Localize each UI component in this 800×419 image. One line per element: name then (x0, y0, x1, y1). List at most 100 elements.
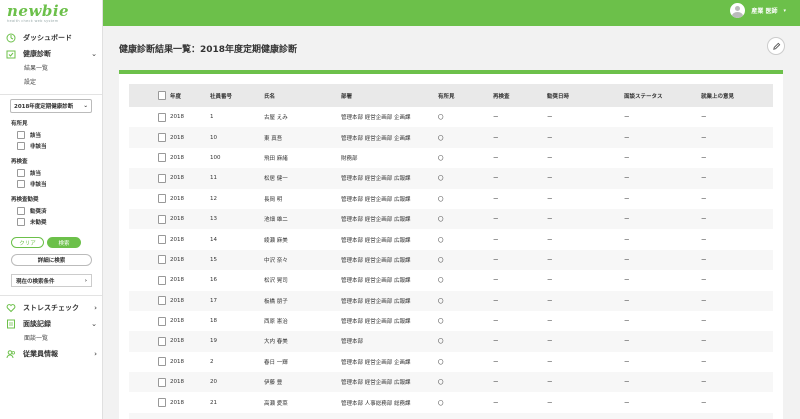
cell-year: 2018 (170, 154, 184, 161)
exam-select[interactable]: 2018年度定期健康診断 ⌄ (10, 99, 92, 113)
filter-findings-yes[interactable]: 該当 (0, 129, 102, 140)
cell-department: 管理本部 経営企画部 広報課 (341, 257, 411, 264)
cell-interview-status: ー (624, 217, 630, 224)
row-checkbox[interactable] (158, 112, 166, 122)
cell-reexam: ー (493, 339, 499, 346)
table-row[interactable]: 201822五味 拓也管理本部 人事総務部 総務課〇ーーーー (129, 412, 773, 419)
header-year[interactable]: 年度 (170, 92, 210, 100)
table-row[interactable]: 2018 18 西原 憲治 管理本部 経営企画部 広報課 〇 ー ー ー ー (129, 311, 773, 331)
filter-reexam-yes[interactable]: 該当 (0, 167, 102, 178)
row-checkbox[interactable] (158, 357, 166, 367)
cell-name: 松居 健一 (264, 176, 288, 183)
table-row[interactable]: 2018 100 飛田 麻緒 財務部 〇 ー ー ー ー (129, 148, 773, 168)
header-work-opinion[interactable]: 就業上の意見 (701, 92, 773, 100)
nav-employee-info[interactable]: 従業員情報 › (0, 346, 102, 362)
cell-name: 中沢 奈々 (264, 257, 288, 264)
chevron-down-icon: ⌄ (91, 320, 97, 328)
row-select (129, 133, 170, 143)
header-recommend-date[interactable]: 勧奨日時 (547, 92, 624, 100)
table-row[interactable]: 2018 11 松居 健一 管理本部 経営企画部 広報課 〇 ー ー ー ー (129, 168, 773, 189)
row-checkbox[interactable] (158, 398, 166, 408)
row-checkbox[interactable] (158, 214, 166, 224)
row-checkbox[interactable] (158, 377, 166, 387)
table-row[interactable]: 2018 21 高瀬 愛菜 管理本部 人事総務部 総務課 〇 ー ー ー ー (129, 392, 773, 412)
filter-findings-no[interactable]: 非該当 (0, 140, 102, 151)
row-checkbox[interactable] (158, 316, 166, 326)
sub-item-interview-list[interactable]: 面談一覧 (0, 332, 102, 346)
user-menu[interactable]: 産業 医師 ▾ (730, 3, 786, 18)
header-reexam[interactable]: 再検査 (493, 92, 547, 100)
cell-employee-id: 19 (210, 338, 217, 345)
header-name[interactable]: 氏名 (264, 92, 341, 100)
table-row[interactable]: 2018 17 板橋 朋子 管理本部 経営企画部 広報課 〇 ー ー ー ー (129, 290, 773, 311)
table-row[interactable]: 2018 15 中沢 奈々 管理本部 経営企画部 広報課 〇 ー ー ー ー (129, 249, 773, 271)
detail-search-button[interactable]: 詳細に検索 (11, 254, 92, 266)
cell-reexam: ー (493, 400, 499, 407)
table-row[interactable]: 2018 10 東 真吾 管理本部 経営企画部 企画課 〇 ー ー ー ー (129, 127, 773, 148)
table-row[interactable]: 2018 14 綾瀬 麻美 管理本部 経営企画部 広報課 〇 ー ー ー ー (129, 229, 773, 249)
checkbox[interactable] (17, 179, 25, 188)
nav-interview[interactable]: 面談記録 ⌄ (0, 316, 102, 332)
table-row[interactable]: 2018 16 松沢 晃司 管理本部 経営企画部 広報課 〇 ー ー ー ー (129, 270, 773, 290)
clear-button[interactable]: クリア (11, 237, 44, 248)
filter-recommend-done[interactable]: 勧奨済 (0, 205, 102, 216)
header-department[interactable]: 部署 (341, 92, 438, 100)
checkbox[interactable] (17, 206, 25, 215)
edit-button[interactable] (767, 37, 785, 55)
cell-name: 西原 憲治 (264, 319, 288, 326)
cell-findings: 〇 (438, 196, 444, 203)
cell-findings: 〇 (438, 319, 444, 326)
cell-findings: 〇 (438, 155, 444, 162)
cell-work-opinion: ー (701, 257, 707, 264)
row-checkbox[interactable] (158, 296, 166, 306)
cell-department: 管理本部 (341, 339, 364, 346)
filter-recommend-not[interactable]: 未勧奨 (0, 216, 102, 227)
select-all-checkbox[interactable] (158, 91, 166, 100)
checkbox[interactable] (17, 141, 25, 150)
filter-reexam-no[interactable]: 非該当 (0, 178, 102, 189)
table-row[interactable]: 2018 1 古屋 えみ 管理本部 経営企画部 企画課 〇 ー ー ー ー (129, 107, 773, 127)
cell-name: 飛田 麻緒 (264, 155, 288, 162)
cell-work-opinion: ー (701, 319, 707, 326)
row-checkbox[interactable] (158, 275, 166, 285)
cell-employee-id: 15 (210, 256, 217, 263)
cell-work-opinion: ー (701, 217, 707, 224)
sub-item-settings[interactable]: 設定 (0, 76, 102, 90)
cell-interview-status: ー (624, 278, 630, 285)
cell-interview-status: ー (624, 380, 630, 387)
page-title: 健康診断結果一覧：2018年度定期健康診断 (119, 45, 298, 55)
checkbox[interactable] (17, 168, 25, 177)
table-row[interactable]: 2018 20 伊藤 豊 管理本部 経営企画部 広報課 〇 ー ー ー ー (129, 372, 773, 393)
row-checkbox[interactable] (158, 133, 166, 143)
cell-reexam: ー (493, 319, 499, 326)
cell-work-opinion: ー (701, 155, 707, 162)
row-checkbox[interactable] (158, 336, 166, 346)
checkbox-label: 該当 (30, 132, 42, 139)
logo[interactable]: newbie health check web system (0, 0, 102, 26)
table-row[interactable]: 2018 19 大内 春美 管理本部 〇 ー ー ー ー (129, 331, 773, 352)
table-row[interactable]: 2018 2 春日 一輝 管理本部 経営企画部 企画課 〇 ー ー ー ー (129, 352, 773, 372)
cell-reexam: ー (493, 380, 499, 387)
sub-item-results[interactable]: 結果一覧 (0, 62, 102, 76)
cell-department: 管理本部 経営企画部 広報課 (341, 319, 411, 326)
nav-stress-check[interactable]: ストレスチェック › (0, 300, 102, 316)
current-conditions-button[interactable]: 現在の検索条件 › (11, 274, 92, 287)
checkbox[interactable] (17, 217, 25, 226)
header-employee-id[interactable]: 社員番号 (210, 92, 264, 100)
cell-year: 2018 (170, 195, 184, 202)
nav-dashboard[interactable]: ダッシュボード (0, 30, 102, 46)
table-row[interactable]: 2018 12 長岡 明 管理本部 経営企画部 広報課 〇 ー ー ー ー (129, 189, 773, 209)
table-row[interactable]: 2018 13 池畑 雄二 管理本部 経営企画部 広報課 〇 ー ー ー ー (129, 208, 773, 230)
row-checkbox[interactable] (158, 173, 166, 183)
header-findings[interactable]: 有所見 (438, 92, 493, 100)
row-checkbox[interactable] (158, 153, 166, 163)
nav-health-check[interactable]: 健康診断 ⌄ (0, 46, 102, 62)
search-button[interactable]: 検索 (47, 237, 81, 248)
row-checkbox[interactable] (158, 235, 166, 245)
cell-recommend-date: ー (547, 298, 553, 305)
cell-department: 管理本部 人事総務部 総務課 (341, 400, 411, 407)
checkbox[interactable] (17, 130, 25, 139)
row-checkbox[interactable] (158, 255, 166, 265)
row-checkbox[interactable] (158, 194, 166, 204)
header-interview-status[interactable]: 面談ステータス (624, 92, 701, 100)
